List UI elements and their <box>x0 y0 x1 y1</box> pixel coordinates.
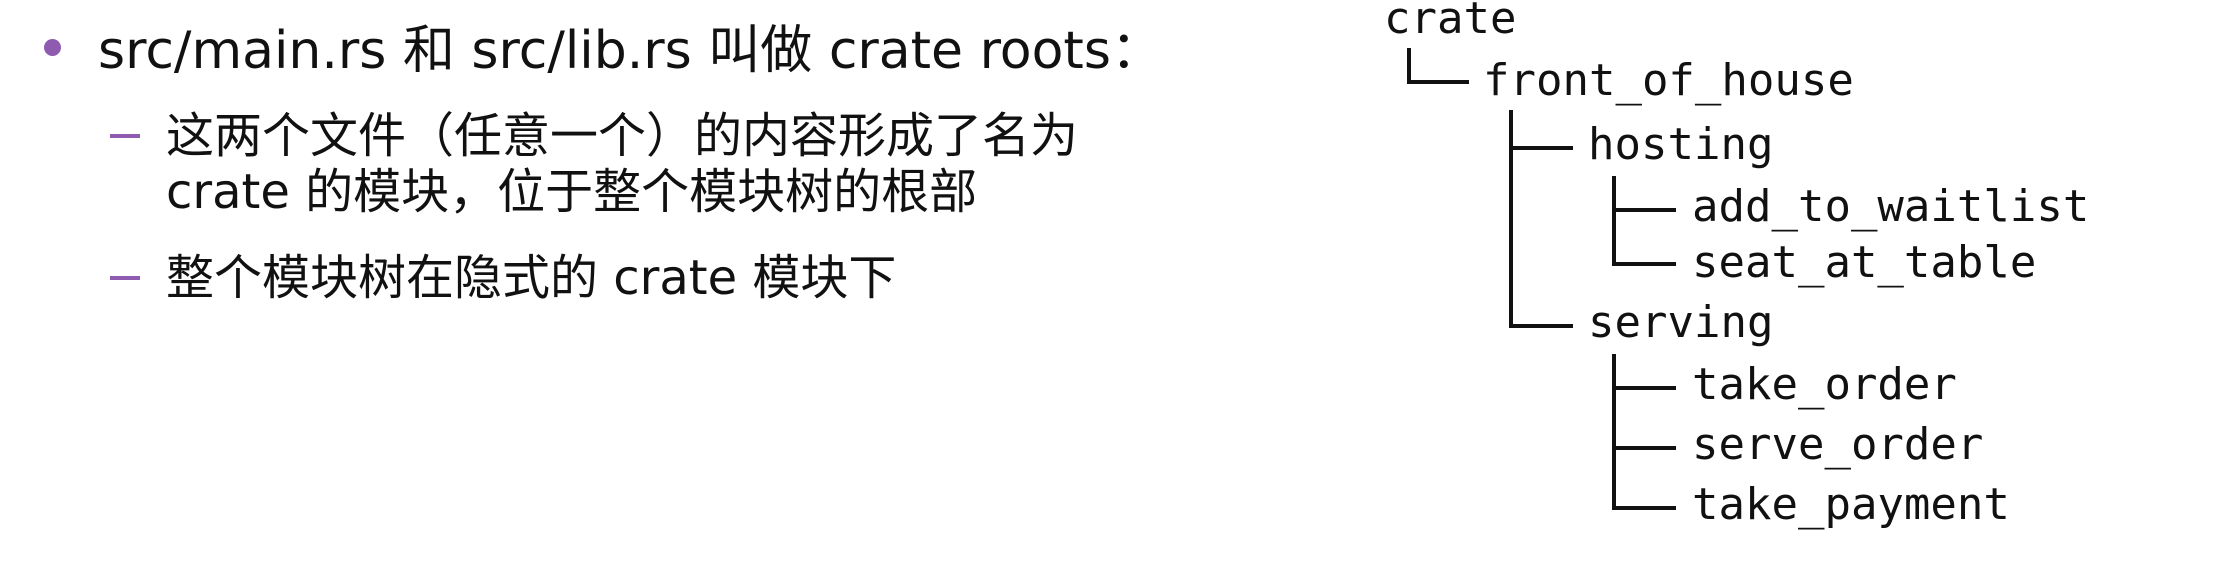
tree-node-hosting: hosting <box>1588 119 1774 170</box>
tree-node-serving: serving <box>1588 297 1774 348</box>
sub-bullet-1-text: 这两个文件（任意一个）的内容形成了名为 crate 的模块，位于整个模块树的根部 <box>166 108 1256 220</box>
tree-connector-seat-horizontal <box>1612 262 1676 266</box>
tree-node-serve-order: serve_order <box>1692 419 1984 470</box>
tree-connector-serve-order-horizontal <box>1612 446 1676 450</box>
bullet-dot <box>44 39 61 56</box>
bullet-list: src/main.rs 和 src/lib.rs 叫做 crate roots：… <box>0 0 1300 568</box>
tree-connector-serving-vertical <box>1612 354 1616 510</box>
tree-connector-take-order-horizontal <box>1612 386 1676 390</box>
tree-connector-hosting-horizontal <box>1509 146 1573 150</box>
module-tree: crate front_of_house hosting add_to_wait… <box>1360 0 2180 568</box>
sub-bullet-1-line-2: crate 的模块，位于整个模块树的根部 <box>166 164 978 220</box>
tree-connector-foh-vertical <box>1509 110 1513 328</box>
tree-node-take-order: take_order <box>1692 359 1957 410</box>
bullet-main-text: src/main.rs 和 src/lib.rs 叫做 crate roots： <box>98 21 1163 81</box>
tree-node-take-payment: take_payment <box>1692 479 2010 530</box>
tree-connector-root-horizontal <box>1407 80 1469 84</box>
tree-connector-take-payment-horizontal <box>1612 506 1676 510</box>
tree-connector-serving-horizontal <box>1509 324 1573 328</box>
tree-node-seat-at-table: seat_at_table <box>1692 237 2037 288</box>
sub-bullet-2-text: 整个模块树在隐式的 crate 模块下 <box>166 250 1256 306</box>
sub-bullet-1-line-1: 这两个文件（任意一个）的内容形成了名为 <box>166 108 1079 164</box>
tree-node-add-to-waitlist: add_to_waitlist <box>1692 181 2090 232</box>
tree-node-front-of-house: front_of_house <box>1483 55 1854 106</box>
tree-connector-hosting-vertical <box>1612 176 1616 266</box>
tree-node-crate: crate <box>1384 0 1517 44</box>
tree-connector-add-horizontal <box>1612 208 1676 212</box>
dash-marker <box>110 276 140 280</box>
sub-bullet-2-line-1: 整个模块树在隐式的 crate 模块下 <box>166 250 897 306</box>
tree-connector-root-vertical <box>1407 48 1411 82</box>
dash-marker <box>110 134 140 138</box>
